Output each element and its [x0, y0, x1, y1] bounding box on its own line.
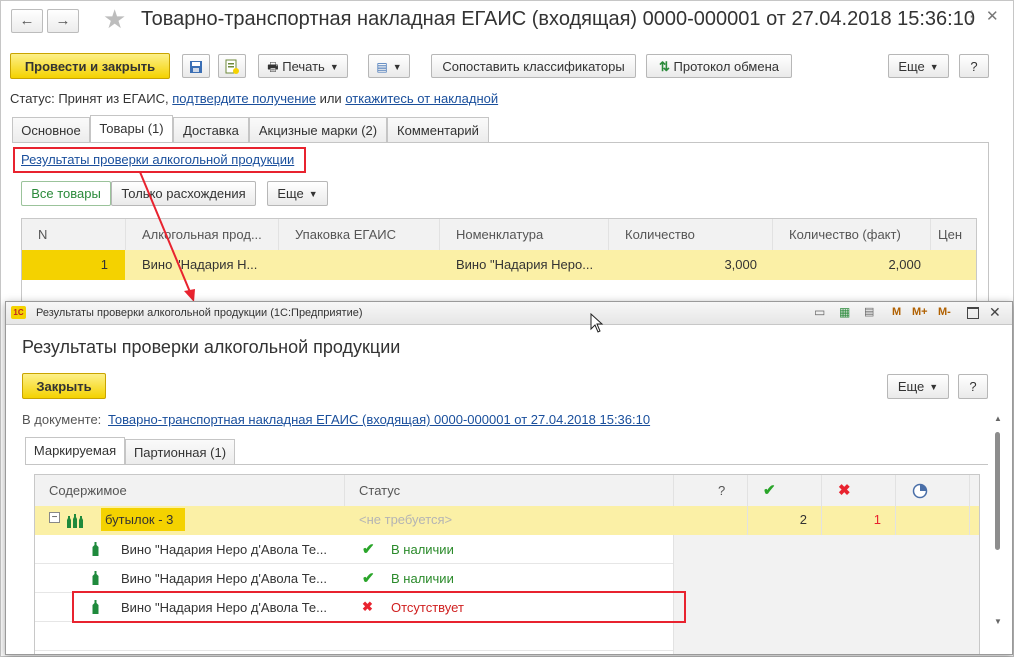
collapse-toggle-icon[interactable]: − [49, 512, 60, 523]
col-divider [747, 475, 748, 506]
scroll-up-icon[interactable]: ▲ [994, 414, 1002, 423]
group-status: <не требуется> [359, 512, 453, 527]
col-divider [969, 475, 970, 506]
row-content: Вино "Надария Неро д'Авола Те... [121, 542, 327, 557]
mouse-cursor-icon [590, 313, 604, 333]
calendar-icon[interactable]: ▤ [864, 305, 874, 318]
col-divider [895, 475, 896, 506]
checkmark-header-icon[interactable]: ✔ [763, 481, 776, 499]
scroll-down-icon[interactable]: ▼ [994, 617, 1002, 626]
col-header-status[interactable]: Статус [359, 483, 400, 498]
caret-down-icon: ▼ [929, 382, 939, 392]
check-results-dialog: 1С Результаты проверки алкогольной проду… [5, 301, 1013, 655]
calculator-icon[interactable]: ▦ [839, 305, 850, 319]
col-divider [895, 506, 896, 535]
app-1c-icon: 1С [11, 306, 26, 319]
col-divider [344, 475, 345, 506]
bottle-icon [92, 542, 99, 556]
group-missing-count: 1 [873, 512, 881, 527]
memory-minus-button[interactable]: M- [938, 306, 951, 318]
dialog-more-label: Еще [897, 379, 925, 394]
print-preview-icon[interactable]: ▭ [814, 305, 825, 319]
dialog-tab-divider [25, 464, 988, 465]
checkmark-icon: ✔ [362, 570, 375, 587]
row-status: В наличии [391, 542, 454, 557]
missing-row-highlight [72, 591, 686, 623]
results-table: Содержимое Статус ? ✔ ✖ − бутылок - 3 <н… [34, 474, 980, 654]
doc-label: В документе: [22, 412, 102, 427]
close-dialog-icon[interactable]: ✕ [989, 304, 1001, 321]
close-button[interactable]: Закрыть [22, 373, 106, 399]
bottle-icon [92, 571, 99, 585]
bottles-group-icon [67, 514, 83, 528]
dialog-help-button[interactable]: ? [958, 374, 988, 399]
group-label: бутылок - 3 [105, 512, 174, 527]
tab-batch[interactable]: Партионная (1) [125, 439, 235, 464]
group-ok-count: 2 [799, 512, 807, 527]
col-divider [821, 475, 822, 506]
tab-marked[interactable]: Маркируемая [25, 437, 125, 464]
maximize-icon[interactable] [967, 307, 979, 319]
source-document-link[interactable]: Товарно-транспортная накладная ЕГАИС (вх… [108, 412, 650, 427]
col-header-unknown[interactable]: ? [718, 483, 725, 498]
col-divider [747, 506, 748, 535]
cross-header-icon[interactable]: ✖ [838, 481, 851, 499]
dialog-heading: Результаты проверки алкогольной продукци… [22, 337, 401, 357]
row-status: В наличии [391, 571, 454, 586]
col-divider [969, 506, 970, 535]
memory-m-button[interactable]: M [892, 306, 901, 318]
pie-clock-header-icon[interactable] [912, 483, 928, 499]
col-divider [821, 506, 822, 535]
dialog-more-dropdown[interactable]: Еще ▼ [887, 374, 949, 399]
checkmark-icon: ✔ [362, 541, 375, 558]
vertical-scrollbar-thumb[interactable] [995, 432, 1000, 550]
memory-plus-button[interactable]: M+ [912, 306, 928, 318]
row-content: Вино "Надария Неро д'Авола Те... [121, 571, 327, 586]
dialog-window-title: Результаты проверки алкогольной продукци… [36, 307, 363, 319]
col-header-content[interactable]: Содержимое [49, 483, 127, 498]
empty-columns-area [674, 535, 979, 654]
table-row [35, 622, 673, 651]
